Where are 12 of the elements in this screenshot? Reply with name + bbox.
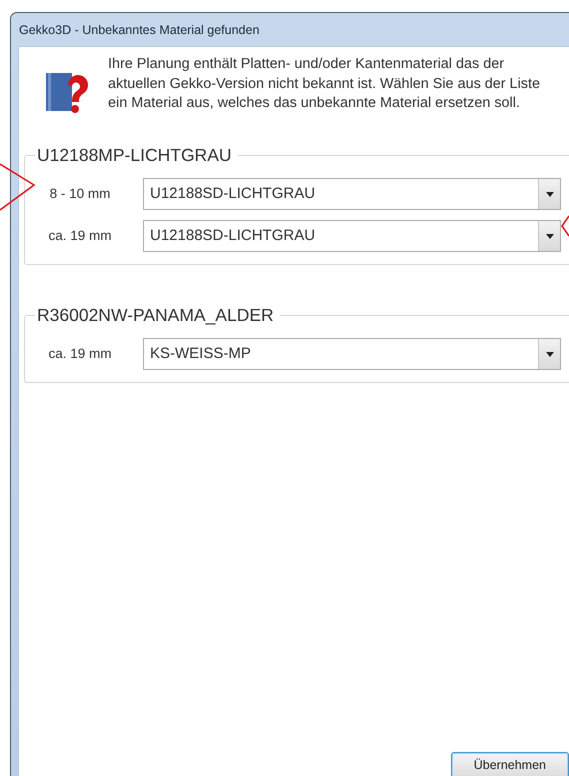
message-text: Ihre Planung enthält Platten- und/oder Kantenmaterial das der aktuellen Gekko-Version nicht bekannt ist. Wählen Sie aus der Liste ein Material aus, welches das unbekannte Material ersetzen soll. — [108, 55, 541, 113]
thickness-label: 8 - 10 mm — [48, 184, 112, 203]
apply-button[interactable]: Übernehmen — [450, 752, 569, 776]
dropdown-arrow-icon[interactable] — [546, 192, 554, 196]
material-dropdown[interactable]: KS-WEISS-MP — [143, 338, 561, 370]
dropdown-arrow-icon[interactable] — [546, 352, 554, 356]
material-dropdown[interactable]: U12188SD-LICHTGRAU — [143, 220, 561, 252]
thickness-label: ca. 19 mm — [47, 344, 113, 363]
material-dropdown[interactable]: U12188SD-LICHTGRAU — [143, 178, 561, 210]
window-title: Gekko3D - Unbekanntes Material gefunden — [18, 22, 260, 39]
thickness-label: ca. 19 mm — [47, 226, 113, 245]
dropdown-arrow-icon[interactable] — [546, 234, 554, 238]
